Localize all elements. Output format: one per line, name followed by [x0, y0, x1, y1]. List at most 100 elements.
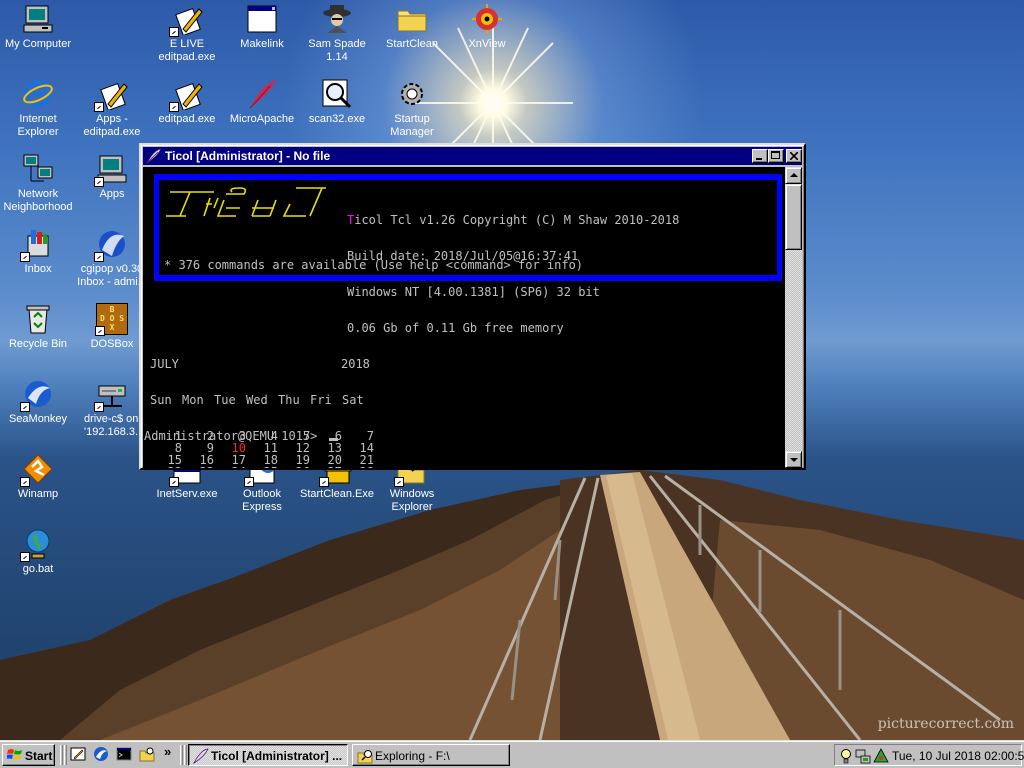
- seamonkey-quicklaunch-icon[interactable]: [93, 746, 109, 762]
- scroll-up-button[interactable]: [785, 167, 802, 184]
- banner-commands: * 376 commands are available (Use help <…: [164, 258, 584, 272]
- seamonkey-icon: [20, 378, 54, 412]
- lightbulb-icon[interactable]: [840, 748, 852, 764]
- calendar-day: 26: [278, 466, 310, 468]
- task-list-grip[interactable]: [180, 745, 183, 765]
- tray-app-icon[interactable]: [873, 748, 889, 764]
- calendar-weekday: Tue: [214, 393, 236, 407]
- desktop-icon-label: scan32.exe: [308, 113, 366, 125]
- ticol-banner: Ticol Tcl v1.26 Copyright (C) M Shaw 201…: [154, 174, 782, 334]
- wallpaper-watermark: picturecorrect.com: [877, 716, 1014, 732]
- desktop-icon-label: Network Neighborhood: [3, 188, 73, 213]
- close-button[interactable]: [786, 149, 802, 163]
- detective-icon: [321, 3, 353, 35]
- desktop-icon-label: MicroApache: [229, 113, 295, 125]
- task-list-grip[interactable]: [184, 745, 187, 765]
- close-icon: [790, 152, 798, 160]
- windows-logo-icon: [7, 749, 22, 760]
- calendar-year: 2018: [341, 357, 370, 371]
- shortcut-arrow-icon: [169, 27, 179, 37]
- show-desktop-icon[interactable]: [70, 746, 86, 762]
- desktop-icon-e-live[interactable]: E LIVE editpad.exe: [149, 3, 225, 64]
- desktop-icon-editpad[interactable]: editpad.exe: [149, 78, 225, 126]
- desktop-icon-label: Windows Explorer: [389, 488, 435, 513]
- shortcut-arrow-icon: [94, 252, 104, 262]
- explorer-quicklaunch-icon[interactable]: [139, 746, 155, 762]
- desktop-icon-makelink[interactable]: Makelink: [224, 3, 300, 51]
- minimize-button[interactable]: [752, 149, 768, 163]
- desktop-icon-go-bat[interactable]: go.bat: [0, 528, 76, 576]
- banner-info: Ticol Tcl v1.26 Copyright (C) M Shaw 201…: [347, 190, 679, 358]
- command-prompt[interactable]: Administrator@QEMU 1017>: [144, 430, 338, 442]
- minimize-icon: [756, 158, 762, 160]
- window-title-bar[interactable]: Ticol [Administrator] - No file: [143, 147, 802, 165]
- ticol-window[interactable]: Ticol [Administrator] - No file Ticol Tc…: [139, 143, 806, 470]
- scroll-down-button[interactable]: [785, 451, 802, 468]
- desktop-icon-label: Recycle Bin: [8, 338, 68, 350]
- desktop-icon-label: Makelink: [240, 38, 284, 50]
- desktop-icon-label: Outlook Express: [242, 488, 282, 513]
- desktop-icon-internet-explorer[interactable]: Internet Explorer: [0, 78, 76, 139]
- shortcut-arrow-icon: [94, 402, 104, 412]
- banner-panel: Ticol Tcl v1.26 Copyright (C) M Shaw 201…: [159, 180, 777, 334]
- desktop-icon-winamp[interactable]: Winamp: [0, 453, 76, 501]
- calendar-day: 28: [342, 466, 374, 468]
- winamp-icon: [20, 453, 54, 487]
- desktop-icon-label: E LIVE editpad.exe: [158, 38, 216, 63]
- taskbar-button-label: Exploring - F:\: [375, 749, 450, 763]
- desktop-icon-label: SeaMonkey: [8, 413, 68, 425]
- desktop-icon-label: go.bat: [22, 563, 54, 575]
- desktop-icon-microapache[interactable]: MicroApache: [224, 78, 300, 126]
- shortcut-arrow-icon: [169, 477, 179, 487]
- desktop-icon-startup-manager[interactable]: Startup Manager: [374, 78, 450, 139]
- command-prompt-icon[interactable]: [116, 746, 132, 762]
- network-drive-icon: [94, 378, 128, 412]
- feather-quill-icon: [193, 748, 209, 764]
- taskbar-button-ticol[interactable]: Ticol [Administrator] ...: [188, 744, 348, 766]
- network-status-icon[interactable]: [855, 748, 871, 764]
- network-icon: [22, 153, 54, 185]
- calendar-day: 24: [214, 466, 246, 468]
- desktop-icon-recycle-bin[interactable]: Recycle Bin: [0, 303, 76, 351]
- desktop-icon-xnview[interactable]: XnView: [449, 3, 525, 51]
- calendar-weekday: Wed: [246, 393, 268, 407]
- quick-launch-grip[interactable]: [64, 745, 67, 765]
- shortcut-arrow-icon: [94, 102, 104, 112]
- banner-memory: 0.06 Gb of 0.11 Gb free memory: [347, 321, 564, 335]
- desktop-icon-label: InetServ.exe: [156, 488, 218, 500]
- calendar: JULY 2018 Sun Mon Tue Wed Thu Fri Sat 12345678…: [150, 334, 374, 468]
- desktop-icon-label: Inbox: [24, 263, 52, 275]
- quick-launch-overflow[interactable]: »: [164, 744, 171, 759]
- scroll-thumb[interactable]: [785, 184, 802, 250]
- magnifier-icon: [321, 78, 353, 110]
- desktop-icon-seamonkey[interactable]: SeaMonkey: [0, 378, 76, 426]
- quick-launch-grip[interactable]: [60, 745, 63, 765]
- maximize-button[interactable]: [768, 149, 784, 163]
- banner-copyright: icol Tcl v1.26 Copyright (C) M Shaw 2010…: [354, 213, 680, 227]
- console-output[interactable]: Ticol Tcl v1.26 Copyright (C) M Shaw 201…: [143, 167, 785, 468]
- gear-icon: [396, 78, 428, 110]
- desktop-icon-startclean[interactable]: StartClean: [374, 3, 450, 51]
- desktop-icon-apps-editpad[interactable]: Apps - editpad.exe: [74, 78, 150, 139]
- taskbar-button-exploring[interactable]: Exploring - F:\: [352, 744, 510, 766]
- desktop-icon-inbox[interactable]: Inbox: [0, 228, 76, 276]
- calendar-day: 27: [310, 466, 342, 468]
- exploring-folder-icon: [357, 750, 373, 764]
- prompt-text: Administrator@QEMU 1017>: [144, 429, 325, 443]
- ticol-logo: [166, 187, 326, 217]
- clock[interactable]: Tue, 10 Jul 2018 02:00:55: [892, 749, 1024, 763]
- shortcut-arrow-icon: [20, 477, 30, 487]
- desktop-icon-sam-spade[interactable]: Sam Spade 1.14: [299, 3, 375, 64]
- shortcut-arrow-icon: [20, 552, 30, 562]
- folder-icon: [396, 3, 428, 35]
- desktop-icon-scan32[interactable]: scan32.exe: [299, 78, 375, 126]
- globe-icon: [20, 528, 54, 562]
- desktop-icon-network-neighborhood[interactable]: Network Neighborhood: [0, 153, 76, 214]
- editpad-icon: [169, 3, 203, 37]
- editpad-icon: [169, 78, 203, 112]
- vertical-scrollbar[interactable]: [785, 167, 802, 468]
- calendar-month: JULY: [150, 357, 179, 371]
- shortcut-arrow-icon: [169, 102, 179, 112]
- start-button[interactable]: Start: [2, 744, 55, 766]
- desktop-icon-my-computer[interactable]: My Computer: [0, 3, 76, 51]
